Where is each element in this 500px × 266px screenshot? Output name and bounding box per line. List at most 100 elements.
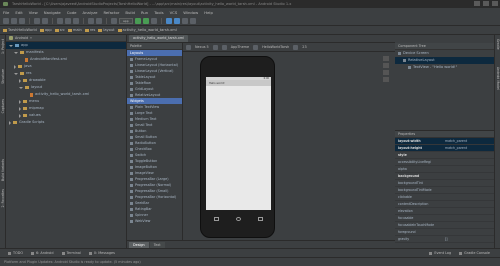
property-row[interactable]: elevation bbox=[395, 208, 494, 215]
bottom-tab-terminal[interactable]: Terminal bbox=[61, 251, 81, 255]
menu-item-navigate[interactable]: Navigate bbox=[44, 10, 61, 15]
breadcrumb-item[interactable]: activity_hello_world_tarsh.xml bbox=[117, 28, 177, 32]
menu-item-help[interactable]: Help bbox=[204, 10, 213, 15]
chevron-right-icon[interactable] bbox=[19, 106, 21, 111]
tool-window-captures[interactable]: Captures bbox=[1, 99, 5, 113]
menu-item-window[interactable]: Window bbox=[183, 10, 198, 15]
tool-window-structure[interactable]: Structure bbox=[1, 69, 5, 84]
close-button[interactable] bbox=[492, 1, 498, 6]
property-row[interactable]: contentDescription bbox=[395, 201, 494, 208]
chevron-right-icon[interactable] bbox=[19, 113, 21, 118]
property-value[interactable] bbox=[443, 152, 494, 158]
property-value[interactable]: [] bbox=[443, 236, 494, 242]
menu-item-vcs[interactable]: VCS bbox=[170, 10, 178, 15]
device-select[interactable]: Nexus 5 bbox=[195, 45, 209, 49]
component-tree-item[interactable]: RelativeLayout bbox=[395, 57, 494, 64]
property-value[interactable] bbox=[443, 159, 494, 165]
chevron-down-icon[interactable] bbox=[14, 51, 18, 54]
avd-manager-icon[interactable] bbox=[165, 17, 172, 24]
cut-icon[interactable] bbox=[57, 17, 63, 24]
project-view-mode[interactable]: Android bbox=[15, 36, 28, 40]
property-row[interactable]: focusableInTouchMode bbox=[395, 222, 494, 229]
property-row[interactable]: accessibilityLiveRegi bbox=[395, 159, 494, 166]
chevron-down-icon[interactable]: ▾ bbox=[30, 36, 32, 40]
component-tree-item[interactable]: TextView - "Hello world!" bbox=[395, 64, 494, 71]
project-tree-item[interactable]: activity_hello_world_tarsh.xml bbox=[6, 91, 126, 98]
project-tree-item[interactable]: drawable bbox=[6, 77, 126, 84]
project-tree-item[interactable]: menu bbox=[6, 98, 126, 105]
property-value[interactable] bbox=[443, 222, 494, 228]
sdk-manager-icon[interactable] bbox=[173, 17, 180, 24]
project-tree-item[interactable]: Gradle Scripts bbox=[6, 119, 126, 126]
menu-item-build[interactable]: Build bbox=[125, 10, 135, 15]
property-row[interactable]: style bbox=[395, 152, 494, 159]
design-canvas[interactable]: 6:00 Hello world! bbox=[183, 52, 395, 240]
zoom-fit-icon[interactable] bbox=[383, 70, 389, 75]
property-row[interactable]: backgroundTintMode bbox=[395, 187, 494, 194]
zoom-out-icon[interactable] bbox=[383, 63, 389, 68]
bottom-tab-6-android[interactable]: 6: Android bbox=[31, 251, 54, 255]
api-icon[interactable] bbox=[293, 44, 299, 50]
android-monitor-icon[interactable] bbox=[181, 17, 188, 24]
chevron-right-icon[interactable] bbox=[19, 99, 21, 104]
breadcrumb-item[interactable]: src bbox=[54, 28, 65, 32]
property-row[interactable]: focusable bbox=[395, 215, 494, 222]
chevron-down-icon[interactable] bbox=[9, 44, 13, 47]
bottom-tab-gradle-console[interactable]: Gradle Console bbox=[459, 251, 490, 255]
project-tree-item[interactable]: app bbox=[6, 42, 126, 49]
zoom-in-icon[interactable] bbox=[383, 56, 389, 61]
menu-item-view[interactable]: View bbox=[29, 10, 38, 15]
hello-world-textview[interactable]: Hello world! bbox=[209, 82, 225, 85]
property-row[interactable]: layout:height match_parent bbox=[395, 145, 494, 152]
property-value[interactable] bbox=[443, 180, 494, 186]
tool-window-2-favorites[interactable]: 2: Favorites bbox=[1, 189, 5, 208]
tool-window-gradle[interactable]: Gradle bbox=[496, 39, 500, 50]
chevron-down-icon[interactable] bbox=[14, 72, 18, 75]
chevron-right-icon[interactable] bbox=[19, 78, 21, 83]
undo-icon[interactable] bbox=[34, 17, 40, 24]
help-icon[interactable] bbox=[189, 17, 196, 24]
property-value[interactable] bbox=[443, 187, 494, 193]
property-row[interactable]: gravity [] bbox=[395, 236, 494, 243]
save-all-icon[interactable] bbox=[11, 17, 17, 24]
editor-tab-layout-file[interactable]: activity_hello_world_tarsh.xml bbox=[129, 35, 189, 42]
project-tree-item[interactable]: res bbox=[6, 70, 126, 77]
property-row[interactable]: clickable bbox=[395, 194, 494, 201]
chevron-down-icon[interactable] bbox=[19, 86, 23, 89]
menu-item-refactor[interactable]: Refactor bbox=[103, 10, 119, 15]
chevron-right-icon[interactable] bbox=[14, 64, 16, 69]
activity-icon[interactable] bbox=[253, 44, 259, 50]
device-icon[interactable] bbox=[186, 44, 191, 50]
property-value[interactable] bbox=[443, 215, 494, 221]
project-tree-item[interactable]: java bbox=[6, 63, 126, 70]
replace-icon[interactable] bbox=[96, 17, 102, 24]
project-tree-item[interactable]: mipmap bbox=[6, 105, 126, 112]
property-value[interactable] bbox=[443, 173, 494, 179]
open-folder-icon[interactable] bbox=[3, 17, 9, 24]
breadcrumb-item[interactable]: main bbox=[67, 28, 82, 32]
project-tree-item[interactable]: layout bbox=[6, 84, 126, 91]
component-tree-item[interactable]: Device Screen bbox=[395, 50, 494, 57]
menu-item-file[interactable]: File bbox=[3, 10, 9, 15]
breadcrumb-item[interactable]: TarshHelloWorld bbox=[3, 28, 37, 32]
property-row[interactable]: layout:width match_parent bbox=[395, 138, 494, 145]
breadcrumb-item[interactable]: res bbox=[84, 28, 95, 32]
refresh-icon[interactable] bbox=[383, 77, 389, 82]
property-value[interactable]: match_parent bbox=[443, 138, 494, 144]
property-value[interactable] bbox=[443, 229, 494, 235]
tool-window-1-project[interactable]: 1: Project bbox=[1, 39, 5, 54]
tab-design[interactable]: Design bbox=[129, 241, 149, 248]
copy-icon[interactable] bbox=[65, 17, 71, 24]
run-icon[interactable] bbox=[134, 17, 141, 24]
menu-item-edit[interactable]: Edit bbox=[15, 10, 22, 15]
bottom-tab-event-log[interactable]: Event Log bbox=[429, 251, 451, 255]
theme-select[interactable]: AppTheme bbox=[231, 45, 249, 49]
debug-icon[interactable] bbox=[142, 17, 149, 24]
tab-text[interactable]: Text bbox=[149, 241, 165, 248]
redo-icon[interactable] bbox=[42, 17, 48, 24]
project-tree-item[interactable]: values bbox=[6, 112, 126, 119]
property-value[interactable] bbox=[443, 194, 494, 200]
project-tree-item[interactable]: manifests bbox=[6, 49, 126, 56]
menu-item-code[interactable]: Code bbox=[67, 10, 77, 15]
property-row[interactable]: alpha bbox=[395, 166, 494, 173]
